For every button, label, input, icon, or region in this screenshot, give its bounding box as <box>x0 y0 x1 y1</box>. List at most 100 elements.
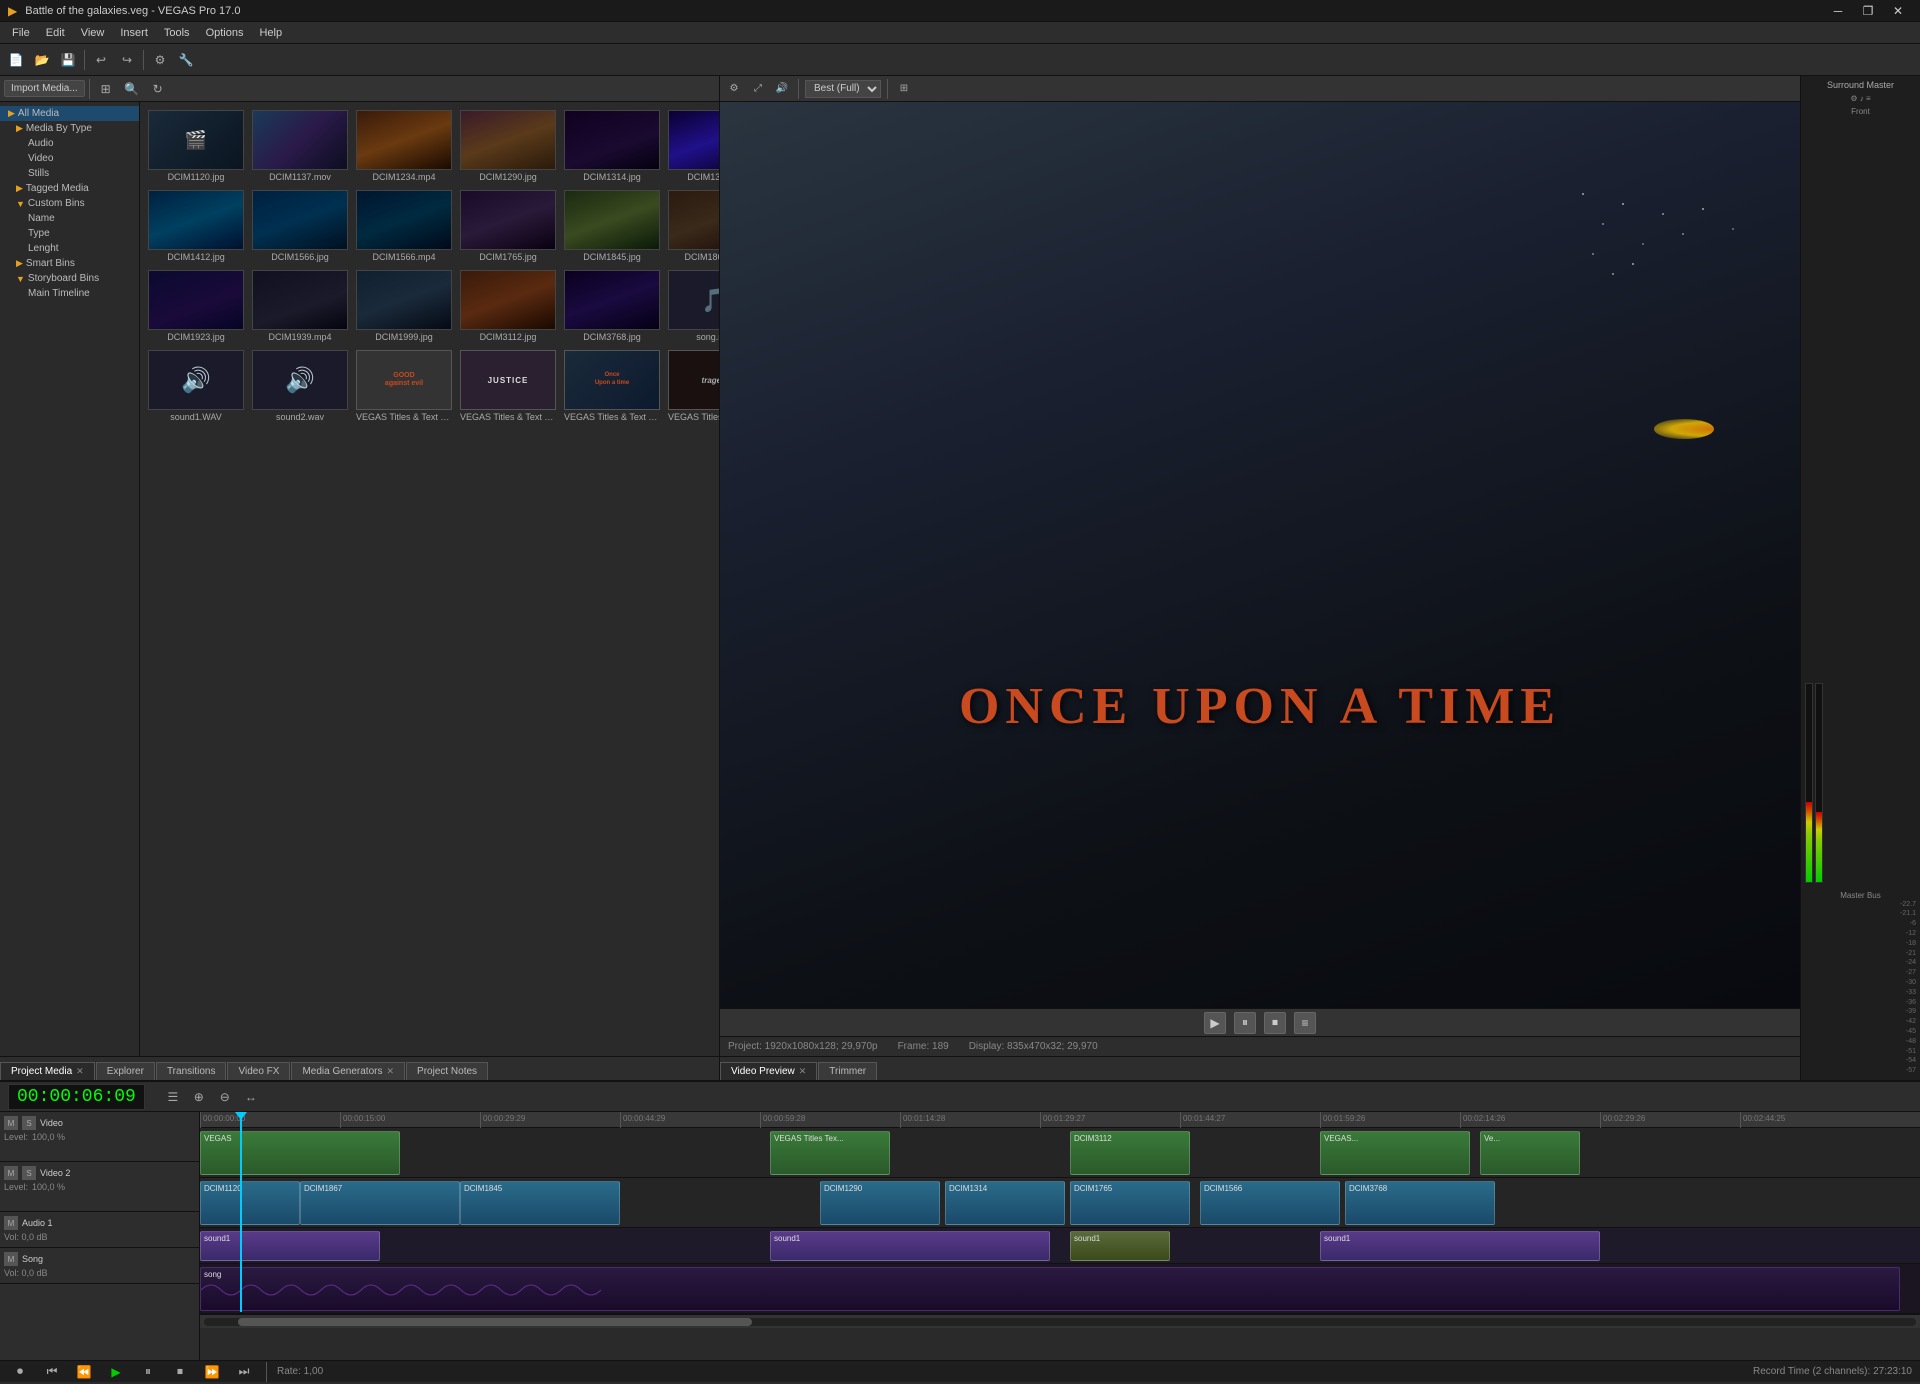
undo-button[interactable]: ↩ <box>89 48 113 72</box>
transport-pause[interactable]: ⏸ <box>136 1360 160 1384</box>
media-item-dcim1765[interactable]: DCIM1765.jpg <box>460 190 556 262</box>
transport-play[interactable]: ▶ <box>104 1360 128 1384</box>
clip-dcim1566[interactable]: DCIM1566 <box>1200 1181 1340 1225</box>
clip-dcim1845[interactable]: DCIM1845 <box>460 1181 620 1225</box>
preview-stop[interactable]: ⏹ <box>1264 1012 1286 1034</box>
tree-custom-bins[interactable]: ▼ Custom Bins <box>0 196 139 211</box>
clip-ve-right2[interactable]: Ve... <box>1480 1131 1580 1175</box>
save-button[interactable]: 💾 <box>56 48 80 72</box>
media-item-title-justice[interactable]: JUSTICE VEGAS Titles & Text Justice wins <box>460 350 556 422</box>
tree-video[interactable]: Video <box>0 151 139 166</box>
tab-explorer[interactable]: Explorer <box>96 1062 155 1080</box>
preview-menu[interactable]: ≡ <box>1294 1012 1316 1034</box>
media-item-dcim1923[interactable]: DCIM1923.jpg <box>148 270 244 342</box>
menu-file[interactable]: File <box>4 25 38 41</box>
clip-vegas-title[interactable]: VEGAS <box>200 1131 400 1175</box>
render-button[interactable]: ⚙ <box>148 48 172 72</box>
open-button[interactable]: 📂 <box>30 48 54 72</box>
tree-smart-bins[interactable]: ▶ Smart Bins <box>0 256 139 271</box>
track-1-solo[interactable]: S <box>22 1116 36 1130</box>
tree-all-media[interactable]: ▶ All Media <box>0 106 139 121</box>
menu-insert[interactable]: Insert <box>112 25 156 41</box>
tab-project-media[interactable]: Project Media ✕ <box>0 1062 95 1080</box>
media-item-dcim1314[interactable]: DCIM1314.jpg <box>564 110 660 182</box>
media-item-dcim3112[interactable]: DCIM3112.jpg <box>460 270 556 342</box>
media-item-dcim1566mp4[interactable]: DCIM1566.mp4 <box>356 190 452 262</box>
new-button[interactable]: 📄 <box>4 48 28 72</box>
preview-sound[interactable]: 🔊 <box>772 79 792 99</box>
timeline-scrollbar[interactable] <box>200 1314 1920 1328</box>
tree-type[interactable]: Type <box>0 226 139 241</box>
tab-project-notes[interactable]: Project Notes <box>406 1062 488 1080</box>
clip-vegas-titles-tex[interactable]: VEGAS Titles Tex... <box>770 1131 890 1175</box>
media-item-dcim3768[interactable]: DCIM3768.jpg <box>564 270 660 342</box>
media-item-dcim1999[interactable]: DCIM1999.jpg <box>356 270 452 342</box>
tab-close-media-gen[interactable]: ✕ <box>386 1066 394 1077</box>
scrollbar-thumb[interactable] <box>238 1318 752 1326</box>
close-button[interactable]: ✕ <box>1884 0 1912 22</box>
menu-view[interactable]: View <box>73 25 113 41</box>
tree-name[interactable]: Name <box>0 211 139 226</box>
tree-main-timeline[interactable]: Main Timeline <box>0 286 139 301</box>
clip-dcim1314[interactable]: DCIM1314 <box>945 1181 1065 1225</box>
timeline-fit[interactable]: ↔ <box>239 1085 263 1109</box>
preview-pause[interactable]: ⏸ <box>1234 1012 1256 1034</box>
import-media-button[interactable]: Import Media... <box>4 80 85 97</box>
media-item-sound1[interactable]: 🔊 sound1.WAV <box>148 350 244 422</box>
tab-video-preview[interactable]: Video Preview ✕ <box>720 1062 817 1080</box>
clip-sound1-b[interactable]: sound1 <box>770 1231 1050 1261</box>
menu-options[interactable]: Options <box>198 25 252 41</box>
preview-play[interactable]: ▶ <box>1204 1012 1226 1034</box>
minimize-button[interactable]: ─ <box>1824 0 1852 22</box>
tab-trimmer[interactable]: Trimmer <box>818 1062 877 1080</box>
clip-sound1-a[interactable]: sound1 <box>200 1231 380 1261</box>
tree-tagged-media[interactable]: ▶ Tagged Media <box>0 181 139 196</box>
clip-dcim1765[interactable]: DCIM1765 <box>1070 1181 1190 1225</box>
track-2-solo[interactable]: S <box>22 1166 36 1180</box>
transport-rewind[interactable]: ⏪ <box>72 1360 96 1384</box>
playhead[interactable] <box>240 1112 242 1312</box>
media-item-dcim1234[interactable]: DCIM1234.mp4 <box>356 110 452 182</box>
settings-button[interactable]: 🔧 <box>174 48 198 72</box>
transport-prev[interactable]: ⏮ <box>40 1360 64 1384</box>
tab-transitions[interactable]: Transitions <box>156 1062 227 1080</box>
menu-help[interactable]: Help <box>251 25 290 41</box>
transport-record[interactable]: ⏺ <box>8 1360 32 1384</box>
media-item-dcim1290[interactable]: DCIM1290.jpg <box>460 110 556 182</box>
clip-dcim1867[interactable]: DCIM1867 <box>300 1181 460 1225</box>
tab-video-fx[interactable]: Video FX <box>227 1062 290 1080</box>
clip-dcim3112-title[interactable]: DCIM3112 <box>1070 1131 1190 1175</box>
tree-length[interactable]: Lenght <box>0 241 139 256</box>
clip-dcim1290-2[interactable]: DCIM1290 <box>820 1181 940 1225</box>
timeline-settings[interactable]: ☰ <box>161 1085 185 1109</box>
clip-vegas-right[interactable]: VEGAS... <box>1320 1131 1470 1175</box>
clip-dcim3768[interactable]: DCIM3768 <box>1345 1181 1495 1225</box>
clip-sound1-d[interactable]: sound1 <box>1320 1231 1600 1261</box>
media-item-dcim1137[interactable]: DCIM1137.mov <box>252 110 348 182</box>
track-2-mute[interactable]: M <box>4 1166 18 1180</box>
media-item-title-trag[interactable]: tragedy VEGAS Titles & Text tragedy <box>668 350 719 422</box>
clip-song[interactable]: song <box>200 1267 1900 1311</box>
tab-media-generators[interactable]: Media Generators ✕ <box>291 1062 405 1080</box>
media-item-dcim1120[interactable]: 🎬 DCIM1120.jpg <box>148 110 244 182</box>
clip-dcim1120[interactable]: DCIM1120 <box>200 1181 300 1225</box>
media-item-sound2[interactable]: 🔊 sound2.wav <box>252 350 348 422</box>
restore-button[interactable]: ❐ <box>1854 0 1882 22</box>
tree-media-by-type[interactable]: ▶ Media By Type <box>0 121 139 136</box>
media-item-song[interactable]: 🎵 song.mp3 <box>668 270 719 342</box>
timeline-zoom-out[interactable]: ⊖ <box>213 1085 237 1109</box>
quality-select[interactable]: Best (Full) Good Draft <box>805 80 881 98</box>
menu-tools[interactable]: Tools <box>156 25 198 41</box>
tree-audio[interactable]: Audio <box>0 136 139 151</box>
media-item-title-once[interactable]: OnceUpon a time VEGAS Titles & Text Once… <box>564 350 660 422</box>
tab-close-project-media[interactable]: ✕ <box>76 1066 84 1077</box>
media-item-dcim1387[interactable]: DCIM1387.jpg <box>668 110 719 182</box>
menu-edit[interactable]: Edit <box>38 25 73 41</box>
refresh-btn[interactable]: ↻ <box>146 77 170 101</box>
media-item-dcim1412[interactable]: DCIM1412.jpg <box>148 190 244 262</box>
media-item-dcim1867[interactable]: DCIM1867.mp4 <box>668 190 719 262</box>
track-3-mute[interactable]: M <box>4 1216 18 1230</box>
transport-next[interactable]: ⏭ <box>232 1360 256 1384</box>
tree-storyboard-bins[interactable]: ▼ Storyboard Bins <box>0 271 139 286</box>
media-item-title-good[interactable]: GOODagainst evil VEGAS Titles & Text Goo… <box>356 350 452 422</box>
